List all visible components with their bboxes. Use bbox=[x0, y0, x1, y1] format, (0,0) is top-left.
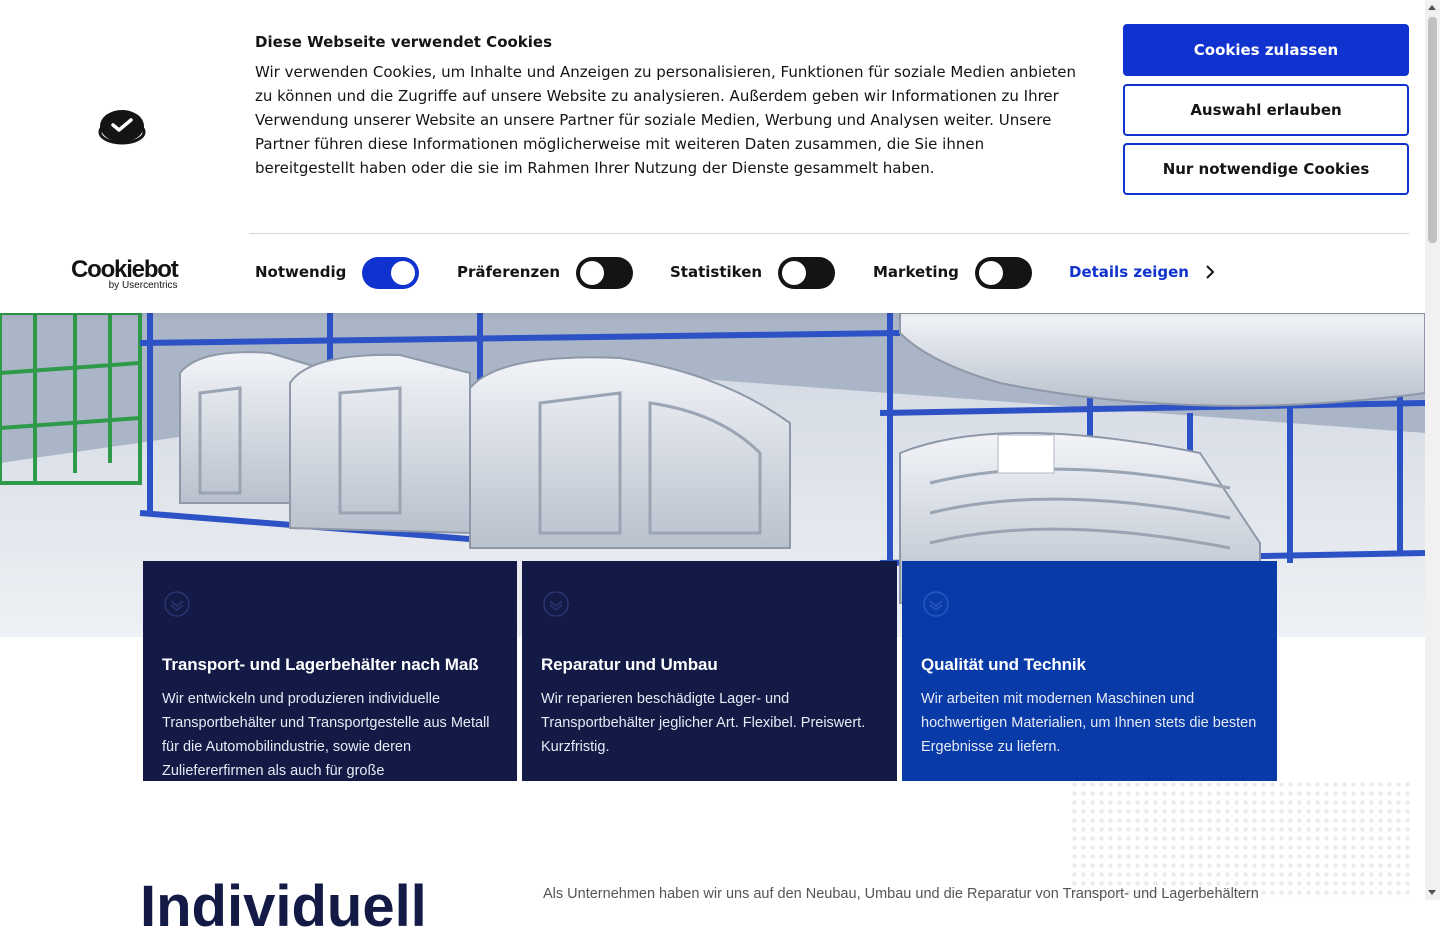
feature-card-custom-containers: Transport- und Lagerbehälter nach Maß Wi… bbox=[143, 561, 517, 781]
feature-title: Transport- und Lagerbehälter nach Maß bbox=[162, 655, 479, 674]
feature-card-repair: Reparatur und Umbau Wir reparieren besch… bbox=[522, 561, 897, 781]
feature-title: Reparatur und Umbau bbox=[541, 655, 718, 674]
cookiebot-brand-logo[interactable]: Cookiebot by Usercentrics bbox=[71, 256, 179, 291]
toggle-statistics[interactable] bbox=[778, 257, 835, 289]
feature-title: Qualität und Technik bbox=[921, 655, 1086, 674]
section-heading: Individuell bbox=[140, 874, 427, 939]
chevron-down-circle-icon bbox=[923, 591, 949, 617]
feature-text: Wir reparieren beschädigte Lager- und Tr… bbox=[541, 691, 866, 755]
vertical-scrollbar[interactable] bbox=[1425, 0, 1440, 900]
toggle-preferences[interactable] bbox=[576, 257, 633, 289]
feature-text: Wir entwickeln und produzieren individue… bbox=[162, 691, 490, 779]
toggle-necessary[interactable] bbox=[362, 257, 419, 289]
scroll-up-arrow-icon[interactable] bbox=[1428, 5, 1436, 10]
toggle-label-statistics: Statistiken bbox=[670, 263, 763, 281]
toggle-knob bbox=[580, 261, 604, 285]
toggle-knob bbox=[979, 261, 1003, 285]
cookiebot-logo-icon bbox=[98, 110, 146, 145]
chevron-down-circle-icon bbox=[164, 591, 190, 617]
show-details-label: Details zeigen bbox=[1069, 263, 1189, 281]
toggle-label-preferences: Präferenzen bbox=[457, 263, 561, 281]
show-details-link[interactable]: Details zeigen bbox=[1069, 263, 1215, 281]
cookie-consent-banner: Diese Webseite verwendet Cookies Wir ver… bbox=[0, 0, 1425, 313]
toggle-knob bbox=[391, 261, 415, 285]
scrollbar-thumb[interactable] bbox=[1428, 17, 1437, 243]
scroll-down-arrow-icon[interactable] bbox=[1428, 890, 1436, 895]
allow-all-cookies-button[interactable]: Cookies zulassen bbox=[1123, 24, 1409, 76]
chevron-right-icon bbox=[1206, 265, 1215, 279]
toggle-knob bbox=[782, 261, 806, 285]
toggle-label-necessary: Notwendig bbox=[255, 263, 347, 281]
cookiebot-wordmark: Cookiebot bbox=[71, 256, 179, 283]
toggle-marketing[interactable] bbox=[975, 257, 1032, 289]
cookie-banner-divider bbox=[249, 233, 1409, 234]
necessary-cookies-only-button[interactable]: Nur notwendige Cookies bbox=[1123, 143, 1409, 195]
chevron-down-circle-icon bbox=[543, 591, 569, 617]
allow-selection-button[interactable]: Auswahl erlauben bbox=[1123, 84, 1409, 136]
toggle-label-marketing: Marketing bbox=[873, 263, 959, 281]
cookie-banner-title: Diese Webseite verwendet Cookies bbox=[255, 33, 553, 51]
decorative-dot-pattern bbox=[1070, 780, 1410, 900]
feature-text: Wir arbeiten mit modernen Maschinen und … bbox=[921, 691, 1257, 755]
feature-card-quality: Qualität und Technik Wir arbeiten mit mo… bbox=[902, 561, 1277, 781]
cookie-banner-description: Wir verwenden Cookies, um Inhalte und An… bbox=[255, 63, 1076, 177]
